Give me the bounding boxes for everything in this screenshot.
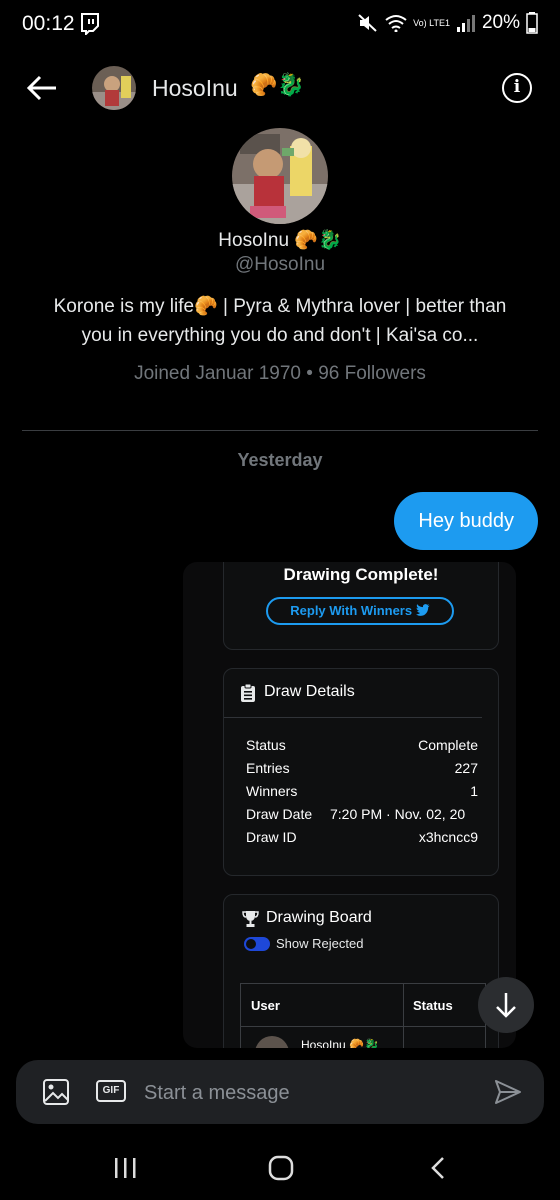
status-time: 00:12 <box>22 12 75 35</box>
drawing-complete-title: Drawing Complete! <box>283 565 439 584</box>
home-icon[interactable] <box>268 1155 294 1181</box>
profile-emoji: 🥐🐉 <box>294 230 342 251</box>
table-divider <box>241 1026 485 1027</box>
signal-icon <box>456 15 475 32</box>
profile-bio: Korone is my life🥐 | Pyra & Mythra lover… <box>53 296 507 346</box>
drawing-card[interactable]: Drawing Complete! Reply With Winners Dra… <box>183 562 516 1048</box>
info-icon[interactable]: i <box>502 73 532 103</box>
show-rejected-label: Show Rejected <box>276 936 364 951</box>
draw-details-title: Draw Details <box>264 683 355 700</box>
arrow-left-icon[interactable] <box>26 72 60 104</box>
detail-row-draw-date: Draw Date 7:20 PM · Nov. 02, 20 <box>246 806 466 822</box>
status-bar: 00:12 Vo) LTE1 20% <box>0 0 560 48</box>
twitter-bird-icon <box>415 604 430 616</box>
profile-meta: Joined Januar 1970 • 96 Followers <box>134 363 426 384</box>
table-divider <box>403 984 404 1048</box>
send-icon[interactable] <box>494 1078 522 1106</box>
reply-with-winners-button[interactable]: Reply With Winners <box>266 597 454 625</box>
recent-apps-icon[interactable] <box>113 1156 137 1180</box>
scroll-to-bottom-button[interactable] <box>478 977 534 1033</box>
profile-name: HosoInu 🥐🐉 <box>218 230 342 251</box>
battery-percent: 20% <box>481 12 520 33</box>
message-bubble-sent[interactable]: Hey buddy <box>394 492 538 550</box>
drawing-complete-panel: Drawing Complete! Reply With Winners <box>223 562 499 650</box>
drawing-board-title: Drawing Board <box>266 909 372 926</box>
battery-icon <box>526 12 538 34</box>
detail-row-draw-id: Draw ID x3hcncc9 <box>246 829 478 845</box>
draw-details-panel: Draw Details Status Complete Entries 227… <box>223 668 499 876</box>
profile-avatar[interactable] <box>232 128 328 224</box>
day-separator: Yesterday <box>237 450 323 470</box>
message-composer: GIF <box>16 1060 544 1124</box>
trophy-icon <box>242 911 259 927</box>
drawing-board-table: User Status HosoInu 🥐🐉 <box>240 983 486 1048</box>
header-emoji: 🥐🐉 <box>250 72 305 97</box>
nav-back-icon[interactable] <box>428 1156 448 1180</box>
details-list: Status Complete Entries 227 Winners 1 Dr… <box>246 737 478 852</box>
conversation-header: HosoInu 🥐🐉 i <box>0 58 560 118</box>
drawing-board-panel: Drawing Board Show Rejected User Status … <box>223 894 499 1048</box>
profile-handle: @HosoInu <box>234 254 326 275</box>
image-icon[interactable] <box>42 1078 70 1106</box>
clipboard-icon <box>241 684 255 702</box>
network-label: Vo) LTE1 <box>413 17 450 28</box>
mute-icon <box>358 14 377 32</box>
toggle-knob <box>246 939 256 949</box>
status-indicators: Vo) LTE1 20% <box>357 12 538 34</box>
android-nav-bar <box>0 1140 560 1200</box>
header-avatar[interactable] <box>92 66 136 110</box>
divider <box>22 430 538 431</box>
column-header-user[interactable]: User <box>251 998 280 1013</box>
gif-icon[interactable]: GIF <box>96 1080 126 1102</box>
table-row-user[interactable]: HosoInu 🥐🐉 <box>301 1038 379 1048</box>
wifi-icon <box>385 15 407 32</box>
column-header-status[interactable]: Status <box>413 998 453 1013</box>
header-name[interactable]: HosoInu <box>152 75 238 102</box>
show-rejected-toggle[interactable] <box>244 937 270 951</box>
detail-row-entries: Entries 227 <box>246 760 478 776</box>
arrow-down-icon <box>496 993 516 1018</box>
twitch-icon <box>81 13 99 35</box>
detail-row-winners: Winners 1 <box>246 783 478 799</box>
avatar <box>255 1036 289 1048</box>
message-input[interactable] <box>144 1080 474 1106</box>
detail-row-status: Status Complete <box>246 737 478 753</box>
details-rule <box>224 717 482 718</box>
